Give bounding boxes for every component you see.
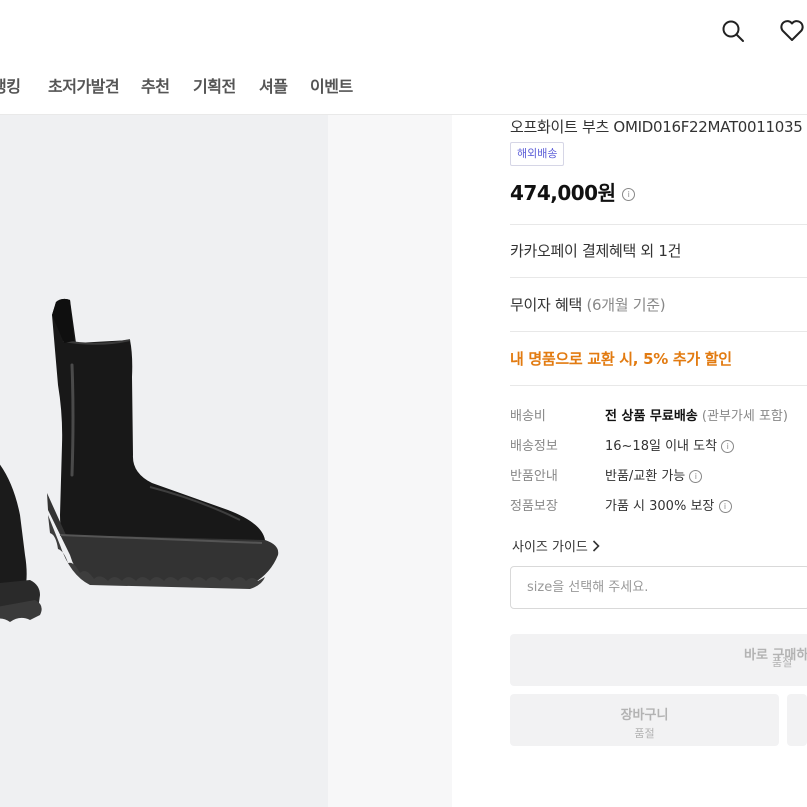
divider — [510, 224, 807, 225]
info-icon[interactable]: i — [718, 500, 732, 513]
price-row: 474,000원 i — [510, 177, 635, 206]
cart-soldout: 품절 — [634, 727, 655, 740]
search-icon[interactable] — [717, 15, 749, 47]
exchange-discount-banner[interactable]: 내 명품으로 교환 시, 5% 추가 할인 — [510, 348, 732, 369]
spec-label-authenticity: 정품보장 — [510, 499, 558, 514]
buy-now-soldout: 품절 — [772, 656, 793, 669]
cart-button[interactable]: 장바구니 품절 — [510, 694, 779, 746]
authenticity-value: 가품 시 300% 보장 — [605, 499, 715, 514]
product-name: 오프화이트 부츠 OMID016F22MAT0011035 — [510, 118, 803, 136]
nav-lowest-price[interactable]: 초저가발견 — [48, 73, 120, 97]
spec-label-shipping-fee: 배송비 — [510, 409, 546, 424]
nav-event[interactable]: 이벤트 — [310, 73, 353, 97]
installment-benefit[interactable]: 무이자 혜택 (6개월 기준) — [510, 294, 666, 315]
spec-label-shipping-info: 배송정보 — [510, 439, 558, 454]
nav-shuffle[interactable]: 셔플 — [259, 73, 288, 97]
nav-ranking[interactable]: 랭킹 — [0, 73, 21, 97]
info-icon[interactable]: i — [689, 470, 703, 483]
installment-sub: (6개월 기준) — [586, 296, 666, 314]
spec-value-return: 반품/교환 가능 i — [605, 465, 703, 484]
nav-recommend[interactable]: 추천 — [141, 73, 170, 97]
divider — [510, 277, 807, 278]
shipping-fee-sub: (관부가세 포함) — [701, 409, 788, 424]
info-icon[interactable]: i — [721, 440, 735, 453]
shipping-fee-value: 전 상품 무료배송 — [605, 409, 698, 424]
site-header: 랭킹 초저가발견 추천 기획전 셔플 이벤트 — [0, 0, 807, 115]
divider — [510, 385, 807, 386]
buy-now-button[interactable]: 바로 구매하 품절 — [510, 634, 807, 686]
chevron-right-icon — [592, 539, 600, 552]
product-price: 474,000원 — [510, 181, 616, 205]
nav-exhibition[interactable]: 기획전 — [193, 73, 236, 97]
spec-label-return: 반품안내 — [510, 469, 558, 484]
spec-value-shipping-fee: 전 상품 무료배송 (관부가세 포함) — [605, 405, 788, 424]
divider — [510, 331, 807, 332]
spec-value-authenticity: 가품 시 300% 보장 i — [605, 495, 732, 514]
gift-button[interactable] — [787, 694, 807, 746]
size-guide-link[interactable]: 사이즈 가이드 — [512, 536, 600, 555]
overseas-shipping-badge: 해외배송 — [510, 142, 565, 166]
return-value: 반품/교환 가능 — [605, 469, 686, 484]
shipping-info-value: 16~18일 이내 도착 — [605, 439, 718, 454]
product-image[interactable] — [0, 115, 328, 807]
spec-value-shipping-info: 16~18일 이내 도착 i — [605, 435, 735, 454]
info-icon[interactable]: i — [621, 188, 635, 201]
size-guide-label: 사이즈 가이드 — [512, 540, 588, 555]
heart-icon[interactable] — [776, 15, 807, 47]
size-select[interactable]: size을 선택해 주세요. — [510, 566, 807, 609]
cart-label: 장바구니 — [620, 708, 669, 723]
installment-label: 무이자 혜택 — [510, 296, 582, 314]
kakaopay-benefit[interactable]: 카카오페이 결제혜택 외 1건 — [510, 240, 681, 261]
